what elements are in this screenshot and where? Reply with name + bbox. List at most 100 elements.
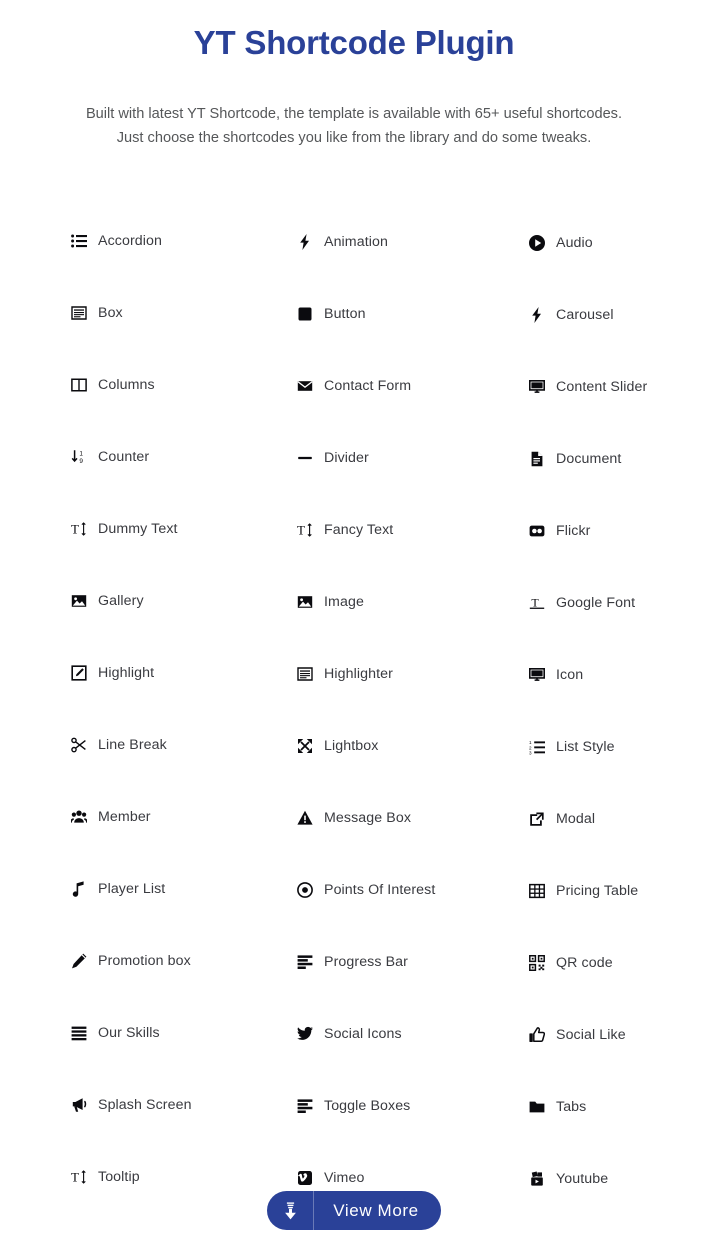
shortcode-item[interactable]: Progress Bar [296, 926, 528, 997]
shortcode-item[interactable]: Message Box [296, 782, 528, 853]
shortcode-label: Member [98, 808, 151, 825]
pencil-icon [70, 953, 87, 970]
shortcode-item[interactable]: Icon [528, 638, 708, 710]
shortcode-label: Lightbox [324, 737, 379, 754]
shortcode-item[interactable]: Contact Form [296, 350, 528, 421]
shortcode-item[interactable]: Box [70, 278, 296, 348]
text-width-icon: T [528, 595, 545, 612]
download-arrow-icon [267, 1191, 315, 1230]
shortcode-label: Vimeo [324, 1169, 365, 1186]
shortcode-grid: Accordion Animation Audio Box Button Carousel… [0, 206, 708, 1214]
square-filled-icon [296, 306, 313, 323]
shortcode-item[interactable]: Highlighter [296, 638, 528, 709]
shortcode-label: Social Icons [324, 1025, 402, 1042]
table-icon [528, 883, 545, 900]
shortcode-item[interactable]: Player List [70, 854, 296, 924]
play-circle-icon [528, 235, 545, 252]
shortcode-label: Modal [556, 810, 596, 827]
shortcode-label: Splash Screen [98, 1096, 192, 1113]
shortcode-label: Our Skills [98, 1024, 160, 1041]
shortcode-label: Content Slider [556, 378, 648, 395]
view-more-button[interactable]: View More [267, 1191, 441, 1230]
shortcode-label: Dummy Text [98, 520, 178, 537]
envelope-icon [296, 378, 313, 395]
shortcode-item[interactable]: Modal [528, 782, 708, 854]
shortcode-item[interactable]: T Google Font [528, 566, 708, 638]
shortcode-label: Fancy Text [324, 521, 394, 538]
bolt-icon [296, 234, 313, 251]
shortcode-item[interactable]: Pricing Table [528, 854, 708, 926]
shortcode-item[interactable]: Highlight [70, 638, 296, 708]
align-left-bars-icon [296, 954, 313, 971]
shortcode-item[interactable]: Button [296, 278, 528, 349]
shortcode-item[interactable]: Social Icons [296, 998, 528, 1069]
image-icon [70, 593, 87, 610]
shortcode-item[interactable]: Member [70, 782, 296, 852]
hero-section: YT Shortcode Plugin Built with latest YT… [0, 0, 708, 150]
dot-circle-icon [296, 882, 313, 899]
shortcode-label: Carousel [556, 306, 614, 323]
svg-text:T: T [71, 522, 79, 537]
bullhorn-icon [70, 1097, 87, 1114]
shortcode-item[interactable]: Splash Screen [70, 1070, 296, 1140]
shortcode-label: Counter [98, 448, 150, 465]
shortcode-item[interactable]: Tabs [528, 1070, 708, 1142]
file-lines-icon [528, 451, 545, 468]
shortcode-item[interactable]: Document [528, 422, 708, 494]
svg-text:T: T [531, 595, 539, 609]
scissors-icon [70, 737, 87, 754]
desktop-icon [528, 667, 545, 684]
shortcode-label: Flickr [556, 522, 591, 539]
text-height-icon: T [70, 1169, 87, 1186]
shortcode-item[interactable]: Animation [296, 206, 528, 277]
shortcode-item[interactable]: Columns [70, 350, 296, 420]
shortcode-item[interactable]: 1 9 Counter [70, 422, 296, 492]
shortcode-label: Button [324, 305, 366, 322]
shortcode-item[interactable]: 1 2 3 List Style [528, 710, 708, 782]
thumbs-up-icon [528, 1027, 545, 1044]
columns-icon [70, 377, 87, 394]
shortcode-label: Social Like [556, 1026, 626, 1043]
shortcode-item[interactable]: Promotion box [70, 926, 296, 996]
music-note-icon [70, 881, 87, 898]
shortcode-label: Progress Bar [324, 953, 408, 970]
svg-text:1: 1 [529, 740, 532, 745]
shortcode-item[interactable]: Image [296, 566, 528, 637]
shortcode-item[interactable]: Our Skills [70, 998, 296, 1068]
shortcode-item[interactable]: Lightbox [296, 710, 528, 781]
shortcode-item[interactable]: Gallery [70, 566, 296, 636]
shortcode-item[interactable]: Carousel [528, 278, 708, 350]
shortcode-item[interactable]: Accordion [70, 206, 296, 276]
shortcode-item[interactable]: Flickr [528, 494, 708, 566]
view-more-container: View More [0, 1191, 708, 1230]
expand-arrows-icon [296, 738, 313, 755]
qrcode-icon [528, 955, 545, 972]
shortcode-item[interactable]: Divider [296, 422, 528, 493]
page-root: YT Shortcode Plugin Built with latest YT… [0, 0, 708, 1250]
page-subtitle: Built with latest YT Shortcode, the temp… [0, 63, 708, 150]
svg-text:1: 1 [79, 451, 83, 458]
shortcode-item[interactable]: Points Of Interest [296, 854, 528, 925]
shortcode-item[interactable]: T Dummy Text [70, 494, 296, 564]
svg-text:T: T [297, 523, 305, 538]
shortcode-item[interactable]: Social Like [528, 998, 708, 1070]
text-height-icon: T [296, 522, 313, 539]
folder-icon [528, 1099, 545, 1116]
svg-text:3: 3 [529, 751, 532, 755]
minus-icon [296, 450, 313, 467]
bolt-icon [528, 307, 545, 324]
shortcode-item[interactable]: Audio [528, 206, 708, 278]
exclamation-triangle-icon [296, 810, 313, 827]
shortcode-item[interactable]: Line Break [70, 710, 296, 780]
shortcode-label: Divider [324, 449, 369, 466]
shortcode-label: Tabs [556, 1098, 587, 1115]
shortcode-label: Promotion box [98, 952, 191, 969]
shortcode-item[interactable]: Content Slider [528, 350, 708, 422]
image-icon [296, 594, 313, 611]
shortcode-item[interactable]: Toggle Boxes [296, 1070, 528, 1141]
shortcode-item[interactable]: QR code [528, 926, 708, 998]
shortcode-item[interactable]: T Fancy Text [296, 494, 528, 565]
shortcode-label: Highlight [98, 664, 155, 681]
shortcode-label: Message Box [324, 809, 412, 826]
shortcode-label: Audio [556, 234, 593, 251]
